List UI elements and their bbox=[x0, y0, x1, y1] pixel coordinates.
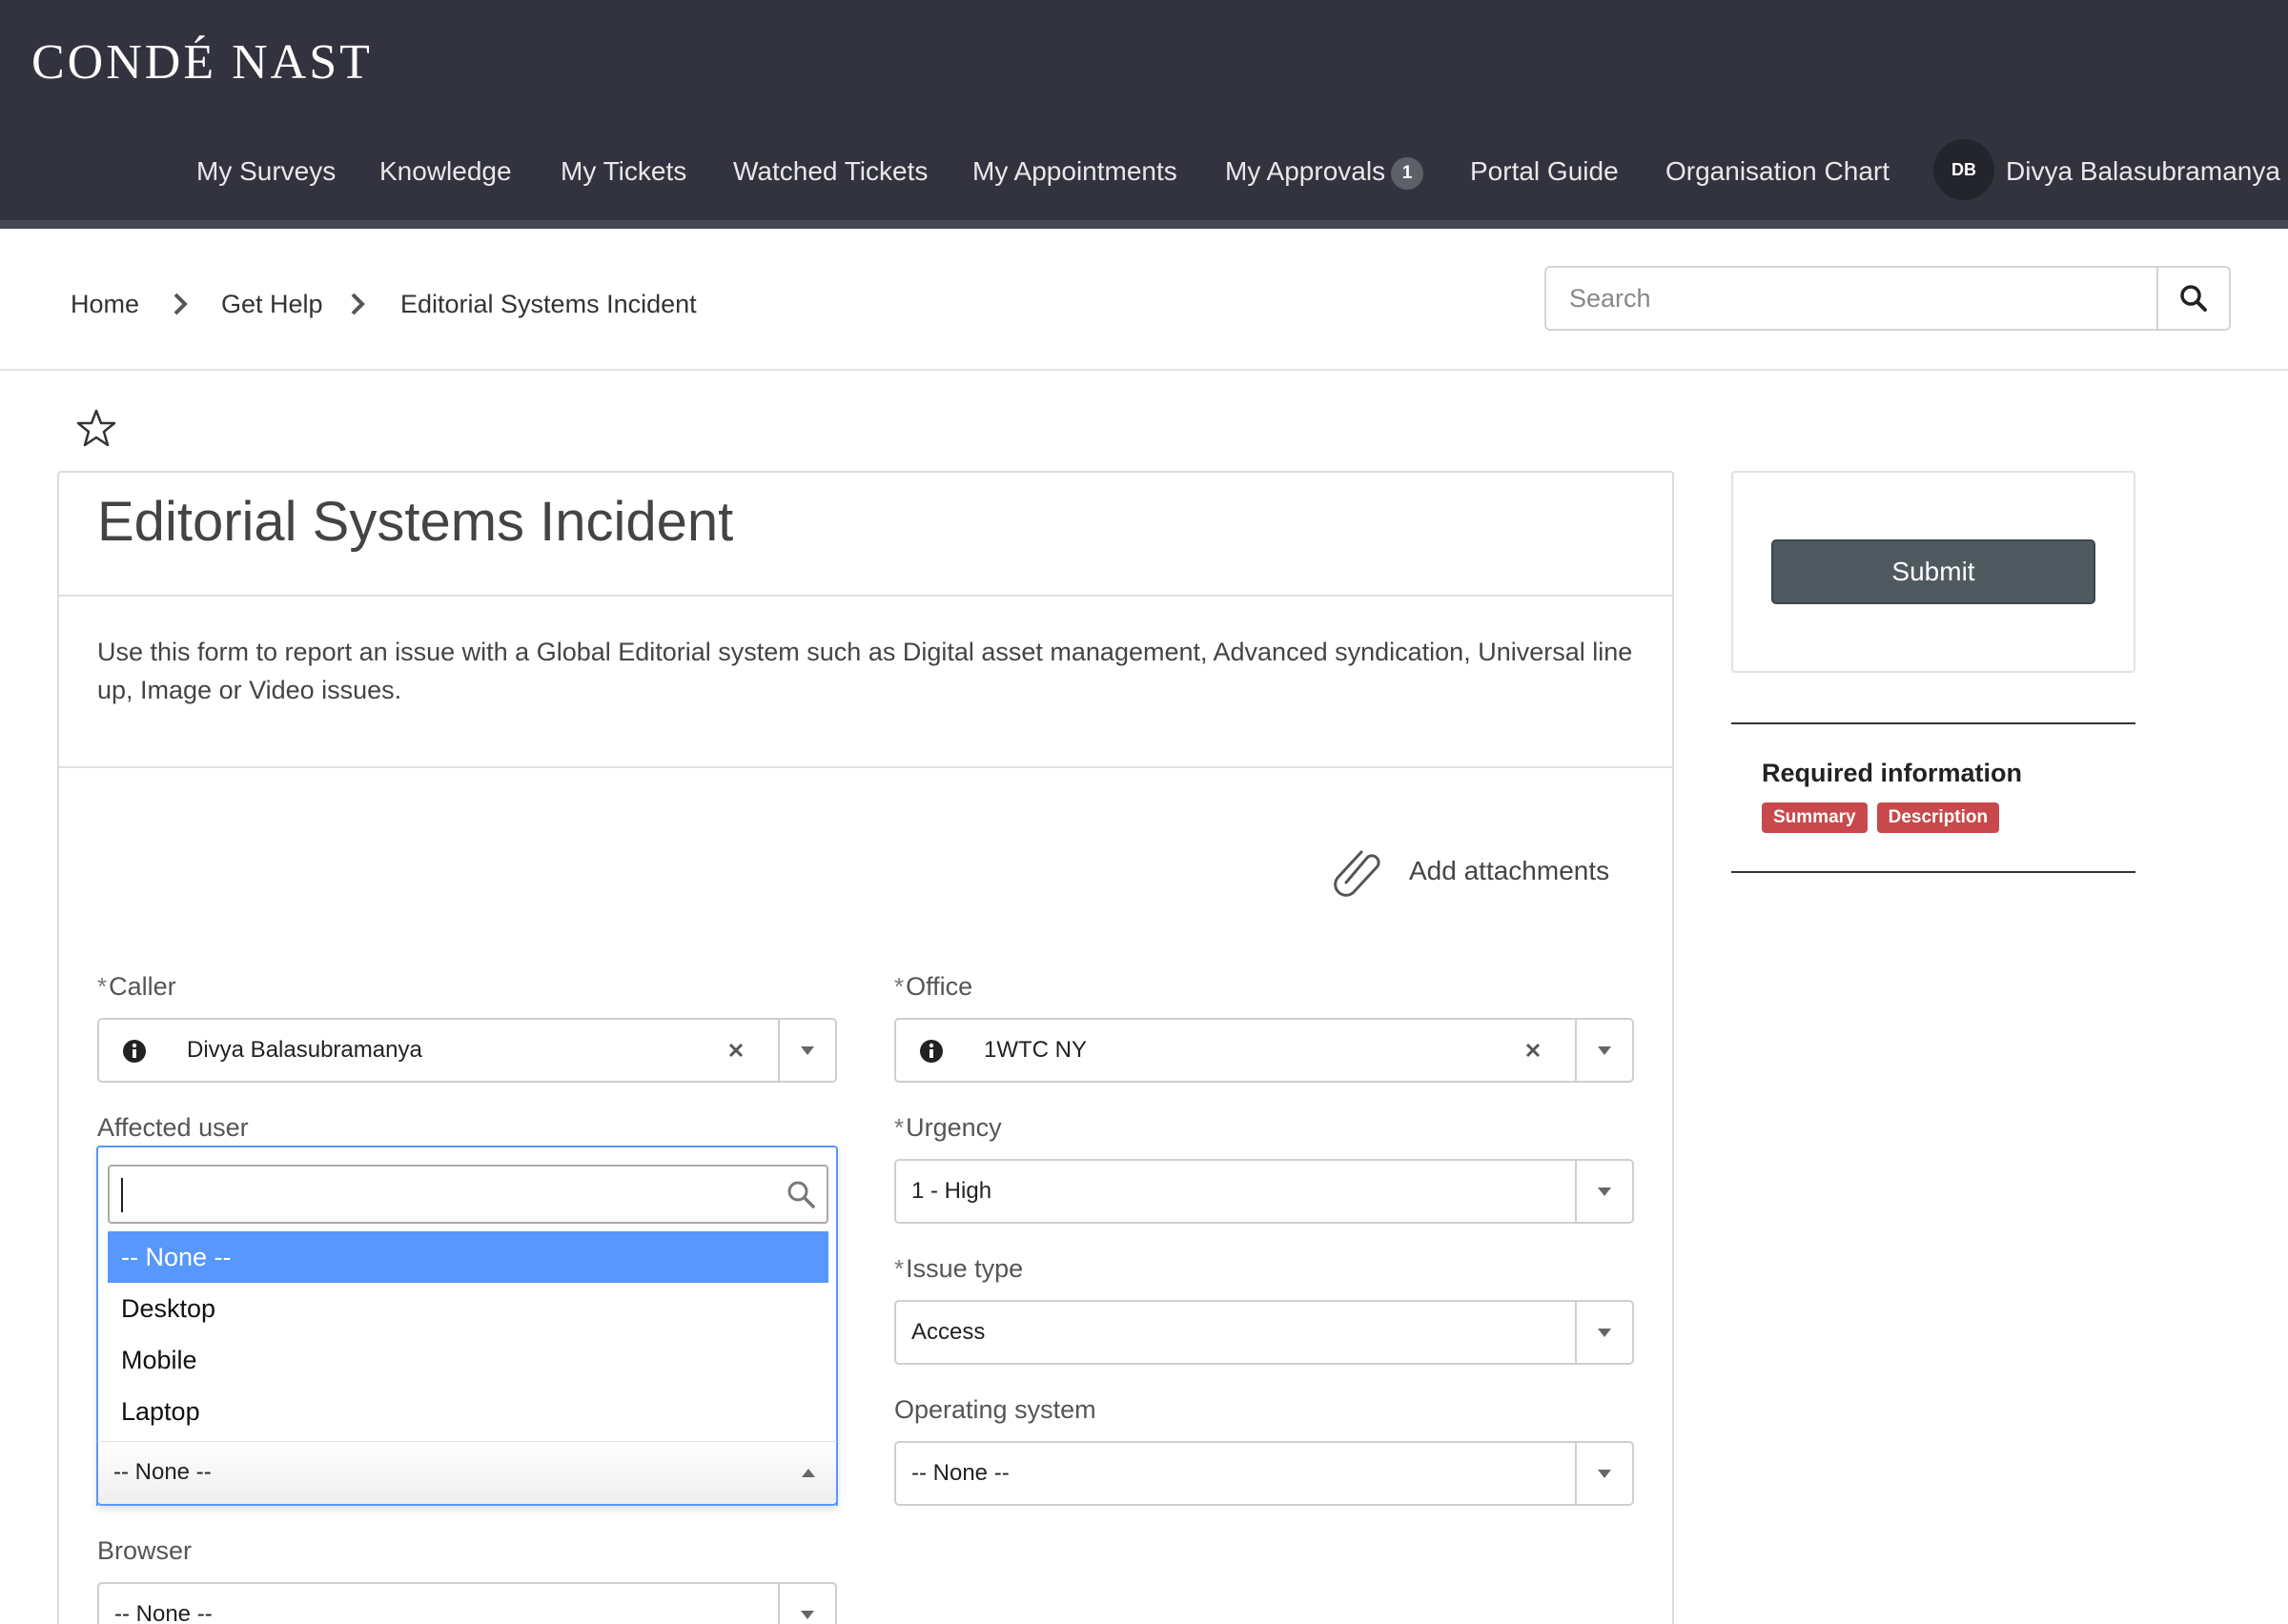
chevron-down-icon[interactable] bbox=[778, 1584, 835, 1624]
divider bbox=[59, 595, 1672, 597]
required-tags: Summary Description bbox=[1762, 802, 2000, 833]
required-marker: * bbox=[97, 972, 108, 1001]
office-select[interactable]: 1WTC NY bbox=[894, 1018, 1634, 1083]
breadcrumb-get-help[interactable]: Get Help bbox=[221, 285, 323, 323]
divider bbox=[59, 766, 1672, 768]
search-input[interactable] bbox=[1544, 266, 2158, 331]
user-name-menu[interactable]: Divya Balasubramanya bbox=[2006, 143, 2280, 200]
form-title: Editorial Systems Incident bbox=[97, 491, 734, 553]
breadcrumb-current: Editorial Systems Incident bbox=[400, 290, 697, 318]
caller-label: *Caller bbox=[97, 972, 176, 1002]
required-marker: * bbox=[894, 1254, 905, 1283]
clear-icon[interactable] bbox=[723, 1037, 749, 1064]
required-information-title: Required information bbox=[1762, 759, 2023, 787]
urgency-label: *Urgency bbox=[894, 1113, 1002, 1143]
browser-label: Browser bbox=[97, 1536, 193, 1565]
nav-organisation-chart[interactable]: Organisation Chart bbox=[1665, 143, 1890, 200]
required-tag-description: Description bbox=[1876, 802, 2000, 833]
affected-user-label: Affected user bbox=[97, 1113, 249, 1142]
urgency-label-text: Urgency bbox=[906, 1113, 1002, 1142]
dropdown-option[interactable]: Laptop bbox=[108, 1386, 828, 1437]
breadcrumb-home[interactable]: Home bbox=[71, 285, 139, 323]
info-icon[interactable] bbox=[919, 1039, 944, 1064]
issue-type-label-text: Issue type bbox=[906, 1254, 1024, 1283]
chevron-down-icon[interactable] bbox=[1575, 1020, 1632, 1081]
dropdown-option[interactable]: -- None -- bbox=[108, 1231, 828, 1283]
add-attachments-label: Add attachments bbox=[1409, 856, 1610, 885]
chevron-right-icon bbox=[170, 285, 193, 323]
nav-portal-guide[interactable]: Portal Guide bbox=[1470, 143, 1619, 200]
affected-user-value: -- None -- bbox=[113, 1459, 212, 1485]
caller-label-text: Caller bbox=[109, 972, 176, 1001]
urgency-select[interactable]: 1 - High bbox=[894, 1159, 1634, 1224]
required-marker: * bbox=[894, 972, 905, 1001]
breadcrumb-bar: Home Get Help Editorial Systems Incident bbox=[0, 237, 2288, 371]
search-button[interactable] bbox=[2156, 266, 2231, 331]
operating-system-value: -- None -- bbox=[911, 1460, 1010, 1486]
nav-knowledge[interactable]: Knowledge bbox=[379, 143, 512, 200]
approvals-count-badge: 1 bbox=[1391, 156, 1424, 190]
search-icon bbox=[787, 1181, 815, 1208]
office-value: 1WTC NY bbox=[984, 1037, 1087, 1063]
dropdown-search-input[interactable] bbox=[108, 1165, 828, 1224]
issue-type-select[interactable]: Access bbox=[894, 1300, 1634, 1365]
operating-system-label: Operating system bbox=[894, 1395, 1096, 1424]
issue-type-label: *Issue type bbox=[894, 1254, 1023, 1284]
required-tag-summary: Summary bbox=[1762, 802, 1868, 833]
chevron-down-icon[interactable] bbox=[1575, 1302, 1632, 1363]
text-cursor bbox=[121, 1178, 123, 1212]
form-description: Use this form to report an issue with a … bbox=[97, 638, 1633, 704]
nav-watched-tickets[interactable]: Watched Tickets bbox=[733, 143, 928, 200]
favorite-star-icon[interactable] bbox=[76, 408, 116, 448]
office-label: *Office bbox=[894, 972, 972, 1002]
search-icon bbox=[2180, 285, 2207, 312]
submit-button[interactable]: Submit bbox=[1771, 539, 2095, 604]
caller-select[interactable]: Divya Balasubramanya bbox=[97, 1018, 837, 1083]
browser-value: -- None -- bbox=[114, 1601, 213, 1624]
nav-my-tickets[interactable]: My Tickets bbox=[561, 143, 686, 200]
submit-panel: Submit bbox=[1731, 471, 2135, 673]
nav-my-surveys[interactable]: My Surveys bbox=[196, 143, 336, 200]
conde-nast-logo[interactable]: CONDÉ NAST bbox=[31, 34, 373, 91]
info-icon[interactable] bbox=[122, 1039, 147, 1064]
top-navigation-bar: CONDÉ NAST My Surveys Knowledge My Ticke… bbox=[0, 0, 2288, 229]
chevron-right-icon bbox=[347, 285, 370, 323]
nav-my-appointments[interactable]: My Appointments bbox=[972, 143, 1177, 200]
chevron-down-icon[interactable] bbox=[778, 1020, 835, 1081]
user-avatar[interactable]: DB bbox=[1933, 139, 1994, 200]
urgency-value: 1 - High bbox=[911, 1178, 992, 1204]
add-attachments-button[interactable]: Add attachments bbox=[1333, 842, 1609, 900]
operating-system-select[interactable]: -- None -- bbox=[894, 1441, 1634, 1506]
paperclip-icon bbox=[1334, 850, 1380, 897]
affected-user-select[interactable]: -- None -- bbox=[96, 1441, 838, 1506]
caller-value: Divya Balasubramanya bbox=[187, 1037, 422, 1063]
issue-type-value: Access bbox=[911, 1319, 986, 1345]
required-information: Required information Summary Description bbox=[1731, 722, 2135, 873]
nav-my-approvals-label: My Approvals bbox=[1225, 156, 1386, 186]
office-label-text: Office bbox=[906, 972, 973, 1001]
clear-icon[interactable] bbox=[1520, 1037, 1546, 1064]
nav-my-approvals[interactable]: My Approvals 1 bbox=[1225, 143, 1424, 200]
dropdown-option[interactable]: Mobile bbox=[108, 1334, 828, 1386]
chevron-down-icon[interactable] bbox=[1575, 1161, 1632, 1222]
chevron-up-icon[interactable] bbox=[802, 1469, 815, 1477]
chevron-down-icon[interactable] bbox=[1575, 1443, 1632, 1504]
browser-select[interactable]: -- None -- bbox=[97, 1582, 837, 1624]
required-marker: * bbox=[894, 1113, 905, 1142]
dropdown-option[interactable]: Desktop bbox=[108, 1283, 828, 1334]
